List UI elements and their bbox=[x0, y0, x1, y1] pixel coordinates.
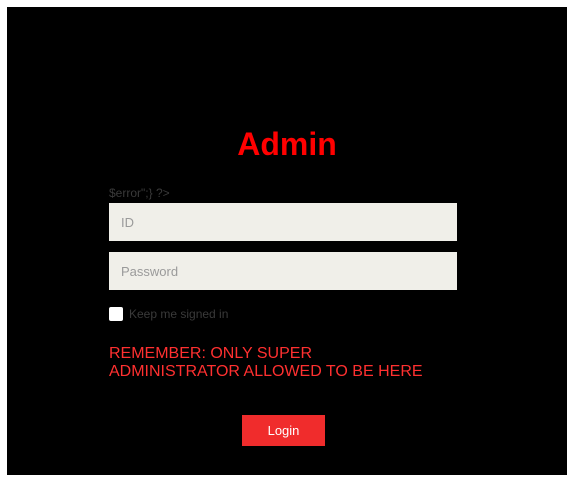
login-button[interactable]: Login bbox=[242, 415, 325, 446]
admin-notice-line-2: ADMINISTRATOR ALLOWED TO BE HERE bbox=[109, 363, 423, 380]
login-panel: Admin $error";} ?> Keep me signed in REM… bbox=[7, 7, 567, 475]
id-input[interactable] bbox=[109, 203, 457, 241]
keep-signed-in-row[interactable]: Keep me signed in bbox=[109, 306, 228, 322]
admin-notice: REMEMBER: ONLY SUPER ADMINISTRATOR ALLOW… bbox=[109, 345, 479, 381]
keep-signed-in-label: Keep me signed in bbox=[129, 307, 229, 321]
page-title: Admin bbox=[237, 126, 337, 162]
password-input[interactable] bbox=[109, 252, 457, 290]
error-message: $error";} ?> bbox=[109, 186, 170, 200]
keep-signed-in-checkbox[interactable] bbox=[109, 307, 123, 321]
admin-notice-line-1: REMEMBER: ONLY SUPER bbox=[109, 345, 313, 362]
